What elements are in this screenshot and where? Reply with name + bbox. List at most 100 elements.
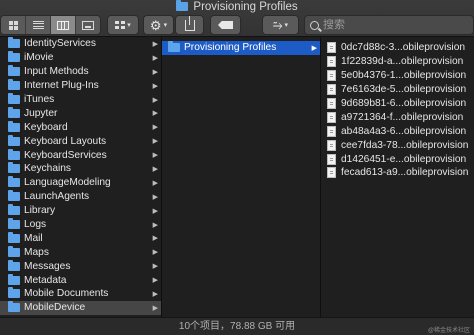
item-label: KeyboardServices [24,149,107,161]
file-item[interactable]: 5e0b4376-1...obileprovision [321,69,474,83]
chevron-right-icon: ▶ [152,165,158,173]
folder-item[interactable]: Messages ▶ [0,259,161,273]
document-icon [327,153,336,165]
browser-column-3[interactable]: 0dc7d88c-3...obileprovision 1f22839d-a...… [321,37,474,317]
folder-icon [8,245,20,257]
file-item[interactable]: d1426451-e...obileprovision [321,152,474,166]
browser-column-2[interactable]: Provisioning Profiles ▶ [162,37,321,317]
item-label: Jupyter [24,107,58,119]
folder-item[interactable]: Provisioning Profiles ▶ [162,41,320,55]
item-label: Maps [24,246,49,258]
folder-icon [8,190,20,202]
chevron-right-icon: ▶ [152,207,158,215]
list-view-button[interactable] [26,16,51,34]
item-label: iMovie [24,52,54,64]
chevron-right-icon: ▶ [152,124,158,132]
file-item[interactable]: cee7fda3-78...obileprovision [321,138,474,152]
chevron-right-icon: ▶ [152,82,158,90]
icon-view-button[interactable] [1,16,26,34]
file-item[interactable]: 9d689b81-6...obileprovision [321,97,474,111]
file-item[interactable]: ab48a4a3-6...obileprovision [321,124,474,138]
item-label: d1426451-e...obileprovision [341,153,467,165]
search-field[interactable] [304,15,474,35]
grid-icon [115,21,126,29]
document-icon [327,70,336,82]
column-view-icon [57,20,69,30]
share-button[interactable] [175,15,204,35]
file-item[interactable]: fecad613-a9...obileprovision [321,166,474,180]
item-label: 7e6163de-5...obileprovision [341,84,467,96]
folder-item[interactable]: Keyboard Layouts ▶ [0,134,161,148]
folder-item[interactable]: Logs ▶ [0,218,161,232]
file-item[interactable]: a9721364-f...obileprovision [321,110,474,124]
chevron-right-icon: ▶ [152,277,158,285]
folder-item[interactable]: Jupyter ▶ [0,106,161,120]
folder-item[interactable]: KeyboardServices ▶ [0,148,161,162]
chevron-right-icon: ▶ [152,249,158,257]
document-icon [327,42,336,54]
column-view-button[interactable] [51,16,76,34]
path-icon: ⥲ [272,18,283,32]
chevron-right-icon: ▶ [152,304,158,312]
item-label: Input Methods [24,66,89,78]
folder-icon [8,148,20,160]
chevron-down-icon: ▾ [284,21,289,29]
folder-item[interactable]: Metadata ▶ [0,273,161,287]
item-label: Keyboard Layouts [24,135,107,147]
folder-item[interactable]: Mobile Documents ▶ [0,287,161,301]
folder-icon [8,231,20,243]
file-item[interactable]: 1f22839d-a...obileprovision [321,55,474,69]
column-browser: IdentityServices ▶ iMovie ▶ Input Methods ▶ In… [0,37,474,317]
folder-item[interactable]: Library ▶ [0,204,161,218]
path-button[interactable]: ⥲ ▾ [262,15,299,35]
folder-item[interactable]: iMovie ▶ [0,51,161,65]
view-mode-control [0,15,101,35]
tag-button[interactable] [210,15,241,35]
status-text: 10个项目，78.88 GB 可用 [178,321,296,332]
action-button[interactable]: ⚙ ▾ [143,15,174,35]
watermark: @稀金技术社区 [427,328,470,334]
item-label: IdentityServices [24,38,96,50]
file-item[interactable]: 0dc7d88c-3...obileprovision [321,41,474,55]
folder-icon [8,273,20,285]
document-icon [327,56,336,68]
folder-icon [8,120,20,132]
folder-item[interactable]: Keychains ▶ [0,162,161,176]
folder-item[interactable]: Keyboard ▶ [0,120,161,134]
item-label: 1f22839d-a...obileprovision [341,56,464,68]
item-label: 5e0b4376-1...obileprovision [341,70,467,82]
item-label: Library [24,205,56,217]
item-label: Mobile Documents [24,288,109,300]
item-label: ab48a4a3-6...obileprovision [341,125,467,137]
item-label: Keychains [24,163,72,175]
folder-item[interactable]: MobileDevice ▶ [0,300,161,315]
folder-icon [8,79,20,91]
window-title-label: Provisioning Profiles [193,1,298,13]
chevron-right-icon: ▶ [152,96,158,104]
folder-icon [8,37,20,49]
chevron-right-icon: ▶ [152,290,158,298]
item-label: Logs [24,219,47,231]
folder-item[interactable]: iTunes ▶ [0,93,161,107]
folder-icon [8,259,20,271]
item-label: iTunes [24,94,55,105]
item-label: Messages [24,260,71,272]
folder-item[interactable]: Mail ▶ [0,231,161,245]
gear-icon: ⚙ [149,17,162,33]
folder-item[interactable]: LaunchAgents ▶ [0,190,161,204]
item-label: 9d689b81-6...obileprovision [341,98,467,109]
group-by-button[interactable]: ▾ [107,15,139,35]
tag-icon [218,21,233,29]
search-input[interactable] [323,19,463,31]
folder-item[interactable]: Maps ▶ [0,245,161,259]
cover-flow-button[interactable] [76,16,100,34]
folder-item[interactable]: Internet Plug-Ins ▶ [0,79,161,93]
chevron-right-icon: ▶ [152,263,158,271]
folder-item[interactable]: LanguageModeling ▶ [0,176,161,190]
item-label: Internet Plug-Ins [24,80,99,92]
file-item[interactable]: 7e6163de-5...obileprovision [321,83,474,97]
browser-column-1[interactable]: IdentityServices ▶ iMovie ▶ Input Methods ▶ In… [0,37,162,317]
folder-item[interactable]: Input Methods ▶ [0,65,161,79]
chevron-right-icon: ▶ [152,40,158,48]
folder-item[interactable]: IdentityServices ▶ [0,37,161,51]
